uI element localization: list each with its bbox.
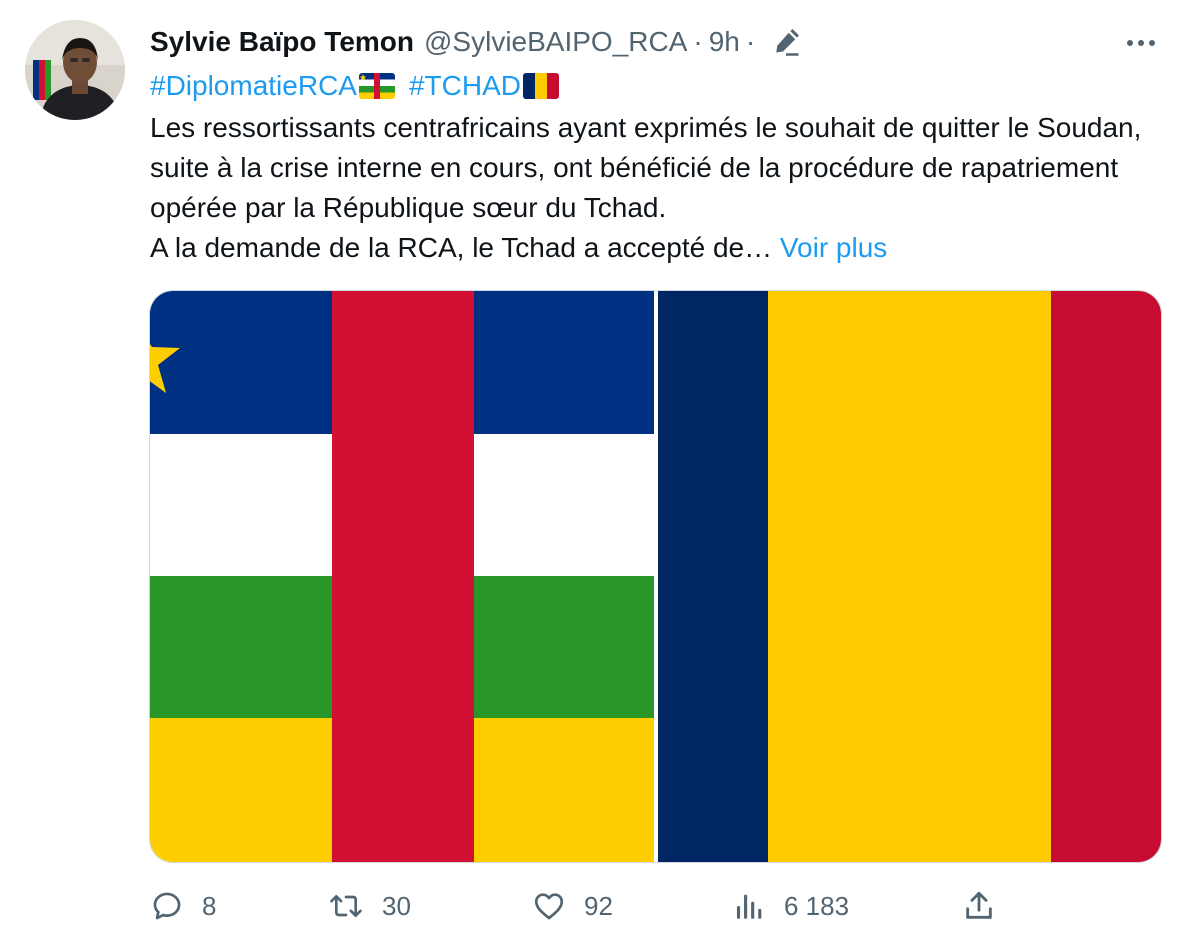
chad-flag-image[interactable] xyxy=(658,291,1161,862)
avatar[interactable] xyxy=(25,20,125,120)
views-chart-icon xyxy=(736,894,762,919)
show-more-link[interactable]: Voir plus xyxy=(780,232,887,263)
views-button[interactable]: 6 183 xyxy=(732,880,849,932)
central-african-republic-flag-icon xyxy=(358,73,395,99)
like-button[interactable]: 92 xyxy=(532,880,613,932)
reply-icon xyxy=(153,892,181,920)
like-count: 92 xyxy=(584,890,613,921)
retweet-icon xyxy=(330,894,362,918)
share-icon xyxy=(966,891,992,919)
retweet-button[interactable]: 30 xyxy=(328,880,411,932)
hashtag-diplomatie-rca[interactable]: #DiplomatieRCA xyxy=(150,70,357,102)
separator-dot: · xyxy=(693,26,703,57)
edit-pencil-icon[interactable] xyxy=(771,27,801,57)
share-button[interactable] xyxy=(962,880,996,932)
separator-dot-2: · xyxy=(745,26,756,57)
avatar-image xyxy=(25,20,125,120)
hashtag-tchad[interactable]: #TCHAD xyxy=(409,70,521,102)
heart-icon xyxy=(534,893,564,920)
tweet-text: Les ressortissants centrafricains ayant … xyxy=(150,108,1160,268)
tweet-paragraph-1: Les ressortissants centrafricains ayant … xyxy=(150,112,1142,223)
timestamp[interactable]: 9h xyxy=(709,22,740,62)
action-bar: 8 30 92 6 183 xyxy=(150,880,1010,932)
more-options-icon[interactable] xyxy=(1124,26,1158,60)
media-grid xyxy=(149,290,1162,863)
tweet[interactable]: Sylvie Baïpo Temon @SylvieBAIPO_RCA · 9h… xyxy=(0,0,1192,950)
reply-count: 8 xyxy=(202,890,217,921)
hashtag-line: #DiplomatieRCA #TCHAD xyxy=(150,66,559,106)
views-count: 6 183 xyxy=(784,890,850,921)
tweet-header: Sylvie Baïpo Temon @SylvieBAIPO_RCA · 9h… xyxy=(150,22,801,62)
retweet-count: 30 xyxy=(382,890,411,921)
tweet-paragraph-2-text: A la demande de la RCA, le Tchad a accep… xyxy=(150,232,773,263)
chad-flag-icon xyxy=(522,73,559,99)
tweet-paragraph-2: A la demande de la RCA, le Tchad a accep… xyxy=(150,228,1160,268)
reply-button[interactable]: 8 xyxy=(150,880,216,932)
author-name[interactable]: Sylvie Baïpo Temon xyxy=(150,22,414,62)
central-african-republic-flag-image[interactable] xyxy=(150,291,654,862)
media-divider xyxy=(654,291,658,862)
author-handle[interactable]: @SylvieBAIPO_RCA xyxy=(424,22,687,62)
